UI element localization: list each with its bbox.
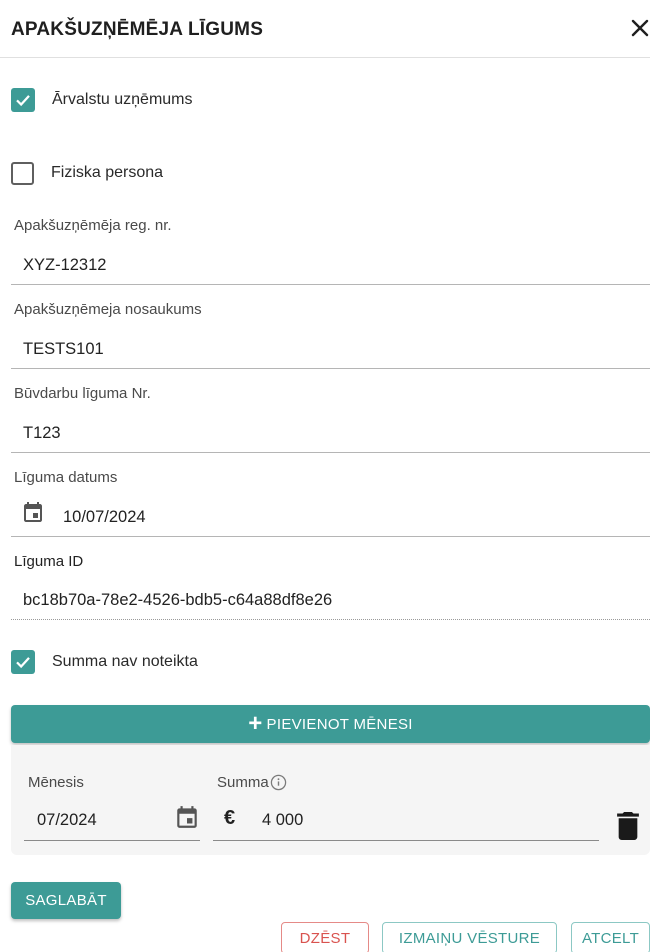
- amount-not-defined-label: Summa nav noteikta: [52, 653, 198, 670]
- amount-not-defined-checkbox[interactable]: Summa nav noteikta: [11, 648, 198, 676]
- delete-icon[interactable]: [617, 812, 639, 840]
- month-row-card: Mēnesis Summa 07/2024 € 4 000: [11, 745, 650, 855]
- contract-date-value[interactable]: 10/07/2024: [63, 508, 146, 527]
- contract-id-value: bc18b70a-78e2-4526-bdb5-c64a88df8e26: [23, 591, 333, 609]
- dialog-title: APAKŠUZŅĒMĒJA LĪGUMS: [11, 19, 264, 40]
- natural-person-checkbox[interactable]: Fiziska persona: [11, 159, 163, 187]
- close-icon[interactable]: [628, 16, 650, 40]
- foreign-company-label: Ārvalstu uzņēmums: [52, 91, 193, 108]
- natural-person-label: Fiziska persona: [51, 164, 164, 181]
- sum-label: Summa: [217, 774, 269, 791]
- construction-contract-nr-value[interactable]: T123: [23, 424, 61, 443]
- contract-id-label: Līguma ID: [14, 553, 84, 570]
- subcontractor-name-value[interactable]: TESTS101: [23, 340, 104, 359]
- add-month-label: PIEVIENOT MĒNESI: [266, 715, 413, 733]
- reg-nr-label: Apakšuzņēmēja reg. nr.: [14, 217, 172, 234]
- save-button[interactable]: SAGLABĀT: [11, 882, 121, 919]
- foreign-company-checkbox[interactable]: Ārvalstu uzņēmums: [11, 86, 193, 114]
- checkbox-unchecked-icon[interactable]: [11, 161, 34, 185]
- change-history-button[interactable]: IZMAIŅU VĒSTURE: [382, 922, 557, 952]
- field-underline: [11, 284, 650, 285]
- plus-icon: +: [248, 710, 263, 737]
- info-icon[interactable]: [270, 774, 287, 791]
- reg-nr-field[interactable]: Apakšuzņēmēja reg. nr. XYZ-12312: [11, 214, 650, 286]
- month-value[interactable]: 07/2024: [37, 811, 97, 830]
- field-underline-dotted: [11, 619, 650, 620]
- field-underline: [11, 536, 650, 537]
- sum-value[interactable]: 4 000: [262, 811, 303, 830]
- checkbox-checked-icon[interactable]: [11, 88, 35, 112]
- subcontractor-name-label: Apakšuzņēmeja nosaukums: [14, 301, 202, 318]
- dialog-header: APAKŠUZŅĒMĒJA LĪGUMS: [0, 0, 650, 58]
- sum-underline: [213, 840, 599, 841]
- contract-id-field: Līguma ID bc18b70a-78e2-4526-bdb5-c64a88…: [11, 550, 650, 622]
- reg-nr-value[interactable]: XYZ-12312: [23, 256, 106, 275]
- field-underline: [11, 368, 650, 369]
- construction-contract-nr-label: Būvdarbu līguma Nr.: [14, 385, 151, 402]
- construction-contract-nr-field[interactable]: Būvdarbu līguma Nr. T123: [11, 382, 650, 454]
- field-underline: [11, 452, 650, 453]
- calendar-icon[interactable]: [21, 500, 45, 524]
- delete-button[interactable]: DZĒST: [281, 922, 369, 952]
- subcontractor-name-field[interactable]: Apakšuzņēmeja nosaukums TESTS101: [11, 298, 650, 370]
- month-underline: [24, 840, 200, 841]
- contract-date-field[interactable]: Līguma datums 10/07/2024: [11, 466, 650, 538]
- calendar-icon[interactable]: [174, 804, 200, 830]
- add-month-button[interactable]: + PIEVIENOT MĒNESI: [11, 705, 650, 743]
- checkbox-checked-icon[interactable]: [11, 650, 35, 674]
- month-label: Mēnesis: [28, 774, 84, 791]
- contract-date-label: Līguma datums: [14, 469, 118, 486]
- cancel-button[interactable]: ATCELT: [571, 922, 650, 952]
- euro-icon: €: [224, 807, 236, 829]
